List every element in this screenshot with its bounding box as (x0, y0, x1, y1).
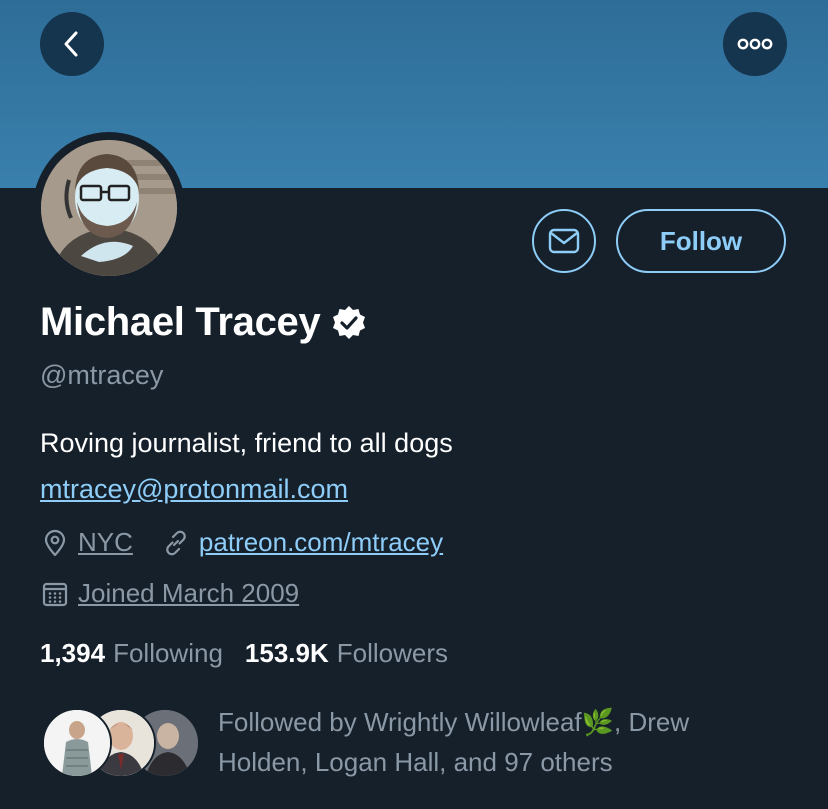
joined-date[interactable]: Joined March 2009 (78, 578, 299, 609)
verified-badge-icon (333, 305, 366, 339)
link-icon (166, 530, 186, 555)
profile-name: Michael Tracey (40, 300, 321, 344)
more-horizontal-icon (737, 38, 773, 50)
back-button[interactable] (40, 12, 104, 76)
website-item: patreon.com/mtracey (161, 527, 443, 558)
location-text[interactable]: NYC (78, 527, 133, 558)
bio-email-link[interactable]: mtracey@protonmail.com (40, 474, 348, 505)
profile-handle: @mtracey (40, 360, 164, 390)
avatar-illustration (41, 140, 177, 276)
follower-avatar (42, 708, 112, 778)
following-count: 1,394 (40, 638, 106, 668)
followed-by-text[interactable]: Followed by Wrightly Willowleaf🌿, Drew H… (218, 702, 778, 782)
follow-button-label: Follow (659, 225, 743, 256)
envelope-icon (548, 228, 580, 254)
chevron-left-icon (64, 31, 78, 57)
follow-button[interactable]: Follow (616, 209, 786, 273)
website-link[interactable]: patreon.com/mtracey (199, 527, 443, 558)
avatar-frame (33, 132, 185, 284)
followers-count: 153.9K (244, 638, 329, 668)
more-options-button[interactable] (723, 12, 787, 76)
location-item: NYC (40, 527, 133, 558)
profile-name-row: Michael Tracey (40, 300, 368, 345)
following-label: Following (113, 638, 223, 668)
profile-bio: Roving journalist, friend to all dogs (40, 428, 453, 458)
avatar[interactable] (41, 140, 177, 276)
following-stat[interactable]: 1,394 Following (40, 638, 223, 669)
follower-avatar-image (44, 710, 110, 776)
follow-stats: 1,394 Following 153.9K Followers (40, 638, 470, 669)
calendar-icon (42, 582, 68, 606)
profile-meta-row: NYC patreon.com/mtracey (40, 527, 443, 558)
followers-stat[interactable]: 153.9K Followers (245, 638, 448, 669)
joined-item: Joined March 2009 (40, 578, 299, 609)
message-button[interactable] (532, 209, 596, 273)
joined-row: Joined March 2009 (40, 578, 299, 609)
followers-label: Followers (336, 638, 448, 668)
followed-by-facepile[interactable] (42, 708, 202, 778)
location-pin-icon (44, 529, 66, 556)
